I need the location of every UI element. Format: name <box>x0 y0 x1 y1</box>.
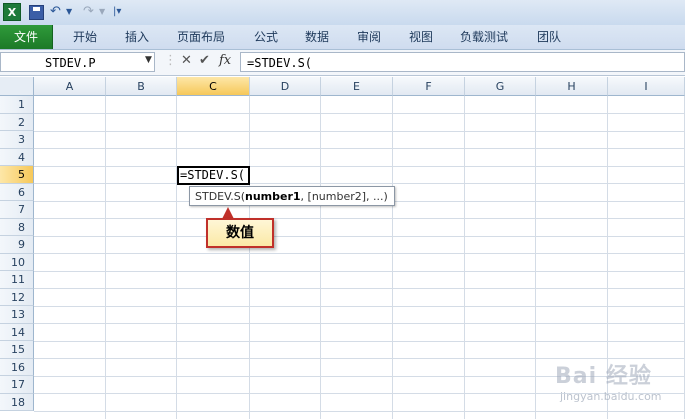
column-header-g[interactable]: G <box>465 77 536 96</box>
column-header-h[interactable]: H <box>536 77 608 96</box>
tab-load-test[interactable]: 负载测试 <box>460 25 508 49</box>
redo-dropdown-icon[interactable]: ▼ <box>99 3 105 21</box>
tooltip-remaining-arguments: , [number2], ...) <box>300 190 388 203</box>
function-arguments-tooltip[interactable]: STDEV.S(number1, [number2], ...) <box>189 186 395 206</box>
row-header-12[interactable]: 12 <box>0 288 34 306</box>
customize-toolbar-icon[interactable]: |▾ <box>113 3 121 21</box>
row-header-13[interactable]: 13 <box>0 306 34 324</box>
tooltip-function-name[interactable]: STDEV.S( <box>195 190 245 203</box>
column-header-c[interactable]: C <box>177 77 250 96</box>
tab-home[interactable]: 开始 <box>73 25 97 49</box>
formula-input[interactable]: =STDEV.S( <box>240 52 685 72</box>
row-header-5[interactable]: 5 <box>0 166 34 184</box>
tab-team[interactable]: 团队 <box>537 25 561 49</box>
gridline <box>34 410 685 412</box>
undo-icon[interactable]: ↶ <box>50 3 61 21</box>
cancel-icon[interactable]: ✕ <box>181 53 192 68</box>
gridline <box>176 96 177 419</box>
save-icon[interactable] <box>28 3 44 21</box>
tab-insert[interactable]: 插入 <box>125 25 149 49</box>
ribbon-tab-bar <box>0 25 685 50</box>
insert-function-icon[interactable]: fx <box>219 53 231 68</box>
gridline <box>34 113 685 114</box>
column-header-a[interactable]: A <box>34 77 106 96</box>
gridline <box>34 323 685 324</box>
gridline <box>34 270 685 272</box>
row-header-2[interactable]: 2 <box>0 113 34 131</box>
gridline <box>34 253 685 254</box>
row-header-3[interactable]: 3 <box>0 131 34 149</box>
gridline <box>464 96 465 419</box>
row-header-8[interactable]: 8 <box>0 218 34 236</box>
gridline <box>34 218 685 219</box>
baidu-watermark-url: jingyan.baidu.com <box>560 390 662 403</box>
gridline <box>34 130 685 132</box>
tab-page-layout[interactable]: 页面布局 <box>177 25 225 49</box>
gridline <box>34 340 685 342</box>
tab-data[interactable]: 数据 <box>305 25 329 49</box>
row-header-6[interactable]: 6 <box>0 183 34 201</box>
column-header-d[interactable]: D <box>250 77 321 96</box>
column-header-e[interactable]: E <box>321 77 393 96</box>
column-header-f[interactable]: F <box>393 77 465 96</box>
row-header-4[interactable]: 4 <box>0 148 34 166</box>
gridline <box>249 96 250 419</box>
row-header-10[interactable]: 10 <box>0 253 34 271</box>
gridline <box>34 305 685 307</box>
formula-bar-separator-icon: ⋮ <box>164 53 177 68</box>
gridline <box>535 96 536 419</box>
column-header-b[interactable]: B <box>106 77 177 96</box>
undo-dropdown-icon[interactable]: ▼ <box>66 3 72 21</box>
gridline <box>392 96 393 419</box>
tab-review[interactable]: 审阅 <box>357 25 381 49</box>
row-header-9[interactable]: 9 <box>0 236 34 254</box>
column-header-i[interactable]: I <box>608 77 685 96</box>
excel-app-icon[interactable]: X <box>3 3 21 21</box>
gridline <box>105 96 106 419</box>
row-header-18[interactable]: 18 <box>0 393 34 411</box>
gridline <box>34 148 685 149</box>
gridline <box>34 235 685 237</box>
gridline <box>34 183 685 184</box>
redo-icon[interactable]: ↷ <box>83 3 94 21</box>
tab-formulas[interactable]: 公式 <box>254 25 278 49</box>
row-header-11[interactable]: 11 <box>0 271 34 289</box>
row-header-16[interactable]: 16 <box>0 358 34 376</box>
gridline <box>320 96 321 419</box>
enter-check-icon[interactable]: ✔ <box>199 53 210 68</box>
row-header-14[interactable]: 14 <box>0 323 34 341</box>
row-header-17[interactable]: 17 <box>0 376 34 394</box>
row-header-7[interactable]: 7 <box>0 201 34 219</box>
chevron-down-icon[interactable]: ▼ <box>145 55 152 65</box>
gridline <box>34 288 685 289</box>
select-all-corner[interactable] <box>0 77 34 96</box>
row-header-15[interactable]: 15 <box>0 341 34 359</box>
tab-file[interactable]: 文件 <box>0 25 53 49</box>
tooltip-current-argument[interactable]: number1 <box>245 190 301 203</box>
gridline <box>34 165 685 167</box>
active-cell-c5[interactable]: =STDEV.S( <box>177 166 250 185</box>
quick-access-toolbar: X ↶ ▼ ↷ ▼ |▾ <box>0 0 685 25</box>
row-header-1[interactable]: 1 <box>0 96 34 114</box>
name-box[interactable]: STDEV.P <box>0 52 155 72</box>
annotation-callout: 数值 <box>206 218 274 248</box>
baidu-watermark-logo: Bai 经验 <box>555 364 652 389</box>
tab-view[interactable]: 视图 <box>409 25 433 49</box>
